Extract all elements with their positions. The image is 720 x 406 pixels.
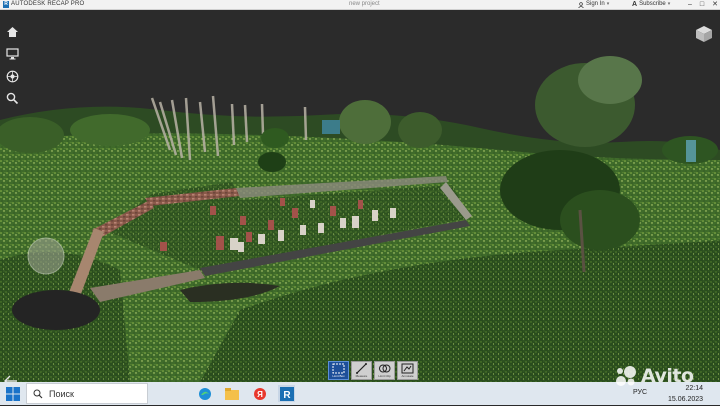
autodesk-a-icon: A [632, 1, 638, 8]
taskbar-recap[interactable]: R [278, 385, 295, 402]
limit-box-icon [332, 363, 345, 374]
taskbar-yandex[interactable]: Я [251, 385, 268, 402]
search-icon [33, 389, 43, 399]
navigation-settings-button[interactable] [4, 68, 20, 84]
home-icon [6, 27, 18, 37]
subscribe-label: Subscribe [639, 1, 666, 7]
windows-taskbar: Поиск Я R РУС 22:14 15.06.2023 [0, 382, 720, 405]
annotate-icon [401, 363, 414, 374]
minimize-button[interactable]: – [688, 0, 692, 9]
svg-text:Я: Я [257, 390, 263, 399]
point-cloud-viewport[interactable] [0, 10, 720, 382]
back-button[interactable] [4, 374, 18, 382]
title-bar: R AUTODESK RECAP PRO new project Sign In… [0, 0, 720, 10]
measure-tool[interactable]: Measure [351, 361, 372, 380]
subscribe-button[interactable]: A Subscribe ▾ [632, 0, 670, 9]
clock-date: 15.06.2023 [668, 396, 704, 403]
sign-in-button[interactable]: Sign In ▾ [578, 0, 609, 9]
tool-label: Limit Clip [378, 374, 391, 378]
annotate-tool[interactable]: Annotate [397, 361, 418, 380]
input-language[interactable]: РУС [633, 389, 647, 396]
limit-box-tool[interactable]: Limit Box [328, 361, 349, 380]
display-icon [5, 48, 19, 60]
close-button[interactable]: ✕ [712, 0, 718, 9]
display-settings-button[interactable] [4, 46, 20, 62]
recap-app-icon: R [279, 386, 294, 401]
recap-logo-icon: R [3, 1, 9, 8]
tool-label: Annotate [401, 374, 414, 378]
start-button[interactable] [6, 387, 20, 401]
windows-logo-icon [6, 387, 20, 401]
chevron-down-icon: ▾ [606, 1, 610, 7]
search-icon [6, 92, 18, 104]
search-button[interactable] [4, 90, 20, 106]
back-arrow-icon [4, 375, 17, 382]
view-cube[interactable] [694, 24, 714, 44]
search-placeholder: Поиск [49, 389, 74, 399]
limit-clip-icon [379, 364, 391, 373]
document-title: new project [349, 1, 380, 7]
file-explorer-icon [224, 387, 239, 400]
edge-icon [198, 387, 211, 400]
watermark-text: Avito [641, 365, 694, 387]
taskbar-edge[interactable] [196, 385, 213, 402]
home-button[interactable] [4, 24, 20, 40]
watermark: Avito [614, 364, 694, 388]
settings-wheel-icon [6, 70, 18, 82]
bottom-toolbar: Limit Box Measure Limit Clip Annotate [328, 361, 418, 380]
taskbar-search[interactable]: Поиск [26, 383, 148, 404]
app-title: AUTODESK RECAP PRO [11, 1, 85, 7]
tool-label: Measure [355, 374, 368, 378]
avito-logo-icon [616, 366, 636, 386]
tool-label: Limit Box [332, 374, 345, 378]
limit-clip-tool[interactable]: Limit Clip [374, 361, 395, 380]
measure-icon [356, 363, 367, 374]
maximize-button[interactable]: □ [700, 0, 704, 9]
view-cube-icon [696, 26, 712, 42]
taskbar-explorer[interactable] [223, 385, 240, 402]
left-nav [4, 24, 20, 106]
svg-text:R: R [283, 390, 291, 401]
window-controls: – □ ✕ [688, 0, 718, 9]
yandex-browser-icon: Я [253, 387, 266, 400]
user-icon [578, 1, 584, 8]
chevron-down-icon: ▾ [667, 1, 671, 7]
point-cloud-scene [0, 10, 720, 382]
sign-in-label: Sign In [586, 1, 605, 7]
